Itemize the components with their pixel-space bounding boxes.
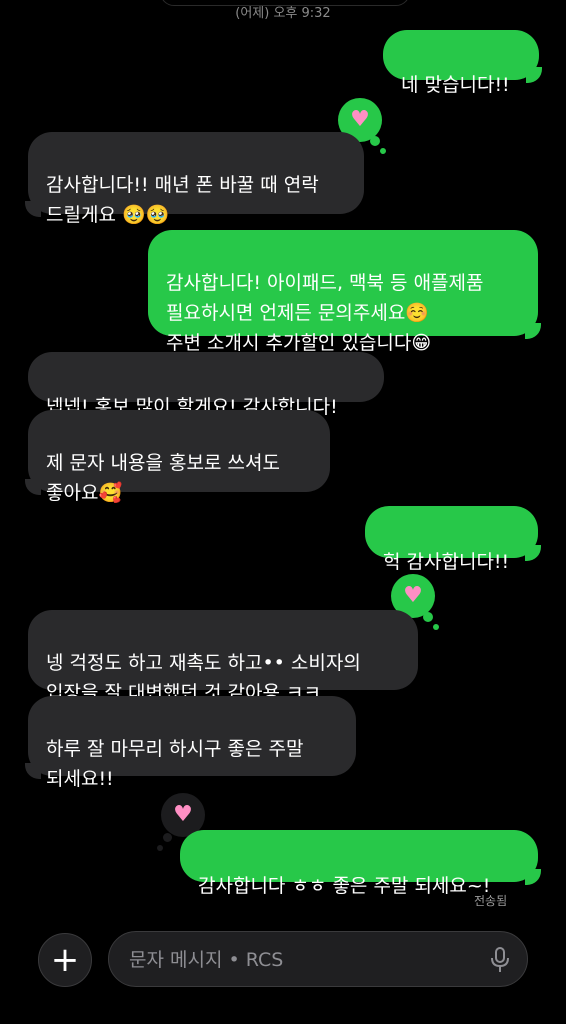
message-bubble-incoming[interactable]: 감사합니다!! 매년 폰 바꿀 때 연락 드릴게요 🥹🥹 — [28, 132, 364, 226]
message-bubble-incoming[interactable]: 하루 잘 마무리 하시구 좋은 주말 되세요!! — [28, 696, 356, 790]
message-bubble-outgoing[interactable]: 네 맞습니다!! — [383, 30, 542, 96]
message-text: 네 맞습니다!! — [401, 74, 510, 96]
heart-icon: ♥ — [403, 583, 423, 608]
plus-icon: + — [50, 940, 80, 980]
message-input[interactable] — [127, 932, 481, 988]
message-text: 헉 감사합니다!! — [383, 551, 510, 573]
microphone-icon[interactable] — [489, 947, 511, 973]
message-bubble-outgoing[interactable]: 감사합니다! 아이패드, 맥북 등 애플제품 필요하시면 언제든 문의주세요☺️… — [148, 230, 541, 354]
message-bubble-outgoing[interactable]: 헉 감사합니다!! — [365, 506, 541, 573]
message-text: 감사합니다!! 매년 폰 바꿀 때 연락 드릴게요 🥹🥹 — [46, 174, 319, 226]
message-timestamp: (어제) 오후 9:32 — [235, 6, 331, 21]
message-bubble-incoming[interactable]: 제 문자 내용을 홍보로 쓰셔도 좋아요🥰 — [28, 410, 330, 504]
heart-icon: ♥ — [350, 107, 370, 132]
message-text: 감사합니다 ㅎㅎ 좋은 주말 되세요~! — [198, 875, 491, 897]
heart-icon: ♥ — [173, 802, 193, 827]
sent-status: 전송됨 — [474, 894, 508, 908]
message-text: 하루 잘 마무리 하시구 좋은 주말 되세요!! — [46, 738, 304, 790]
message-text: 제 문자 내용을 홍보로 쓰셔도 좋아요🥰 — [46, 452, 280, 504]
message-bubble-incoming[interactable]: 넵넵! 홍보 많이 할게요! 감사합니다! — [28, 352, 384, 418]
add-attachment-button[interactable]: + — [38, 933, 92, 987]
message-composer[interactable] — [108, 931, 528, 988]
message-bubble-incoming[interactable]: 넹 걱정도 하고 재촉도 하고•• 소비자의 입장을 잘 대변했던 것 같아용 … — [28, 610, 418, 704]
message-text: 감사합니다! 아이패드, 맥북 등 애플제품 필요하시면 언제든 문의주세요☺️… — [166, 272, 484, 354]
message-bubble-outgoing[interactable]: 감사합니다 ㅎㅎ 좋은 주말 되세요~! — [180, 830, 541, 897]
